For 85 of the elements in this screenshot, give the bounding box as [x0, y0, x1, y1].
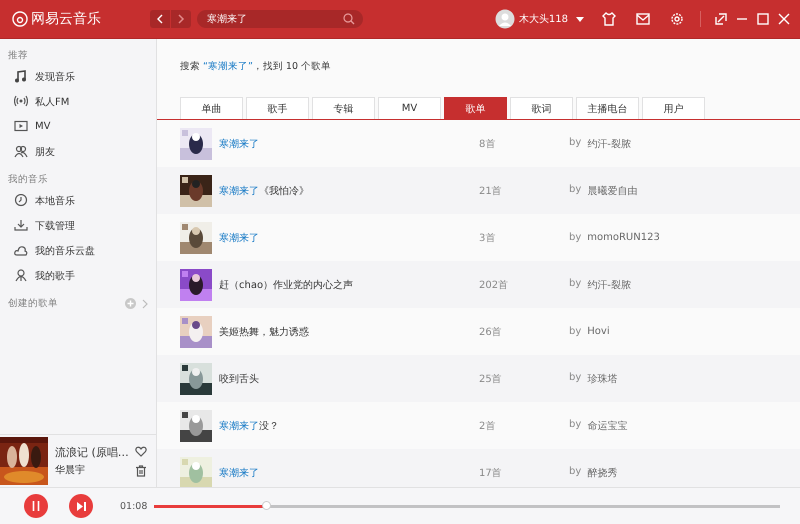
next-button[interactable] [69, 494, 93, 518]
by-label: by [569, 136, 582, 150]
playlist-title[interactable]: 美姬热舞，魅力诱惑 [219, 324, 479, 338]
friends-icon [14, 145, 28, 158]
section-title: 我的音乐 [8, 173, 49, 186]
user-name[interactable]: 木大头118 [518, 12, 568, 26]
playlist-title[interactable]: 赶（chao）作业党的内心之声 [219, 278, 479, 292]
close-icon[interactable] [778, 13, 790, 25]
track-count: 25首 [479, 372, 503, 386]
person-icon [14, 269, 28, 282]
shirt-icon[interactable] [602, 12, 616, 26]
mini-mode-icon[interactable] [715, 13, 727, 25]
author-name[interactable]: 约汗-裂脓 [587, 136, 631, 150]
by-label: by [569, 326, 582, 337]
by-label: by [569, 372, 582, 384]
playlist-title[interactable]: 寒潮来了 [219, 136, 479, 150]
by-label: by [569, 466, 582, 478]
artist-name[interactable]: 华晨宇 [55, 463, 135, 477]
track-count: 3首 [479, 232, 496, 244]
song-title[interactable]: 流浪记 (原唱… [55, 445, 135, 460]
pause-icon [32, 501, 40, 511]
sidebar-item[interactable]: 发现音乐 [0, 64, 156, 89]
sidebar-item[interactable]: 我的歌手 [0, 263, 156, 288]
playlist-title[interactable]: 咬到舌头 [219, 372, 479, 386]
avatar-icon[interactable] [494, 9, 515, 29]
track-count: 202首 [479, 278, 510, 292]
download-icon [14, 219, 28, 232]
pause-button[interactable] [24, 494, 48, 518]
tab[interactable]: 专辑 [312, 97, 375, 119]
maximize-icon[interactable] [757, 13, 769, 25]
trash-icon[interactable] [135, 464, 147, 476]
sidebar-item[interactable]: 朋友 [0, 139, 156, 164]
playlist-title[interactable]: 寒潮来了 [219, 466, 479, 480]
app-logo-text: 网易云音乐 [31, 10, 101, 28]
search-field[interactable]: 寒潮来了 [197, 10, 363, 28]
next-icon [76, 502, 86, 510]
caret-icon[interactable] [576, 16, 584, 22]
tab[interactable]: 歌手 [246, 97, 309, 119]
playlist-title[interactable]: 寒潮来了没？ [219, 418, 479, 432]
section-title: 推荐 [8, 49, 29, 62]
author-name[interactable]: 命运宝宝 [587, 418, 628, 432]
music-note-icon [14, 70, 28, 83]
playlist-title[interactable]: 寒潮来了 [219, 230, 479, 244]
cloud-icon [14, 244, 28, 257]
sidebar-item[interactable]: MV [0, 114, 156, 139]
sidebar-item[interactable]: 本地音乐 [0, 188, 156, 213]
by-label: by [569, 184, 582, 196]
track-count: 26首 [479, 326, 503, 338]
search-summary: 搜索 “寒潮来了”，找到 10 个歌单 [179, 60, 332, 74]
author-name[interactable]: 醉挠秀 [587, 466, 618, 480]
author-name[interactable]: 珍珠塔 [587, 372, 618, 386]
logo-icon [12, 11, 28, 27]
back-icon [156, 14, 164, 24]
by-label: by [569, 232, 582, 243]
author-name[interactable]: momoRUN123 [587, 232, 660, 243]
clock-icon [14, 194, 28, 207]
elapsed-time: 01:08 [120, 500, 148, 512]
radio-icon [14, 95, 28, 108]
track-count: 2首 [479, 420, 496, 432]
back-button[interactable] [150, 10, 170, 28]
sidebar-item[interactable]: 我的音乐云盘 [0, 238, 156, 263]
track-count: 8首 [479, 138, 496, 150]
tab[interactable]: 单曲 [180, 97, 243, 119]
author-name[interactable]: 约汗-裂脓 [587, 278, 631, 292]
playlist-title[interactable]: 寒潮来了《我怕冷》 [219, 184, 479, 198]
author-name[interactable]: 晨曦爱自由 [587, 184, 638, 198]
tab[interactable]: 歌单 [444, 97, 507, 119]
by-label: by [569, 418, 582, 432]
tab[interactable]: 主播电台 [576, 97, 639, 119]
section-title: 创建的歌单 [8, 297, 59, 310]
by-label: by [569, 278, 582, 290]
track-count: 21首 [479, 184, 503, 198]
tab[interactable]: 歌词 [510, 97, 573, 119]
progress-handle[interactable] [262, 500, 271, 510]
mail-icon[interactable] [636, 13, 650, 25]
tab[interactable]: MV [378, 97, 441, 119]
author-name[interactable]: Hovi [587, 326, 610, 337]
sidebar-item[interactable]: 下载管理 [0, 213, 156, 238]
tab[interactable]: 用户 [642, 97, 705, 119]
heart-icon[interactable] [135, 446, 147, 456]
video-icon [14, 120, 28, 133]
sidebar-item[interactable]: 私人FM [0, 89, 156, 114]
track-count: 17首 [479, 466, 503, 480]
settings-icon[interactable] [670, 12, 684, 26]
forward-icon [177, 14, 185, 24]
